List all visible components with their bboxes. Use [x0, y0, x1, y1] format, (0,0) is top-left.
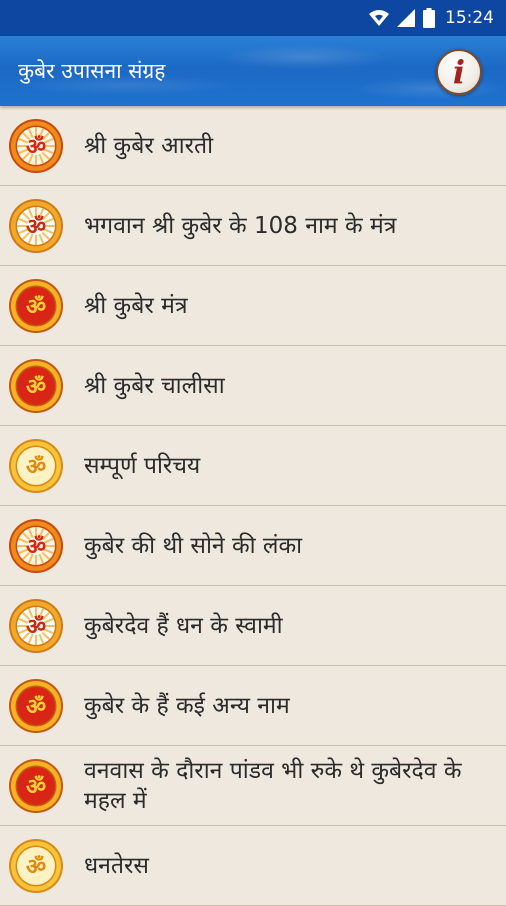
om-sun-icon: ॐ: [8, 518, 64, 574]
om-red-icon: ॐ: [8, 678, 64, 734]
list-item[interactable]: ॐ कुबेरदेव हैं धन के स्वामी: [0, 586, 506, 666]
list-item[interactable]: ॐ श्री कुबेर चालीसा: [0, 346, 506, 426]
svg-text:ॐ: ॐ: [26, 775, 46, 800]
list-item[interactable]: ॐ वनवास के दौरान पांडव भी रुके थे कुबेरद…: [0, 746, 506, 826]
status-bar: 15:24: [0, 0, 506, 36]
svg-text:ॐ: ॐ: [26, 215, 46, 240]
list-item[interactable]: ॐ कुबेर के हैं कई अन्य नाम: [0, 666, 506, 746]
list-item-label: कुबेर के हैं कई अन्य नाम: [84, 692, 290, 719]
svg-text:ॐ: ॐ: [26, 455, 46, 480]
menu-list: ॐ श्री कुबेर आरती ॐ भगवान श्री कुबेर के …: [0, 106, 506, 906]
list-item[interactable]: ॐ कुबेर की थी सोने की लंका: [0, 506, 506, 586]
om-white-icon: ॐ: [8, 198, 64, 254]
list-item[interactable]: ॐ सम्पूर्ण परिचय: [0, 426, 506, 506]
om-red-icon: ॐ: [8, 758, 64, 814]
battery-icon: [423, 8, 435, 28]
om-red-icon: ॐ: [8, 358, 64, 414]
status-time: 15:24: [445, 8, 494, 28]
list-item-label: धनतेरस: [84, 852, 149, 879]
svg-text:ॐ: ॐ: [26, 295, 46, 320]
svg-text:ॐ: ॐ: [26, 695, 46, 720]
svg-text:ॐ: ॐ: [26, 375, 46, 400]
list-item[interactable]: ॐ श्री कुबेर आरती: [0, 106, 506, 186]
svg-text:ॐ: ॐ: [26, 615, 46, 640]
list-item-label: भगवान श्री कुबेर के 108 नाम के मंत्र: [84, 212, 397, 239]
signal-icon: [397, 9, 415, 27]
om-red-icon: ॐ: [8, 278, 64, 334]
list-item-label: कुबेर की थी सोने की लंका: [84, 532, 303, 559]
app-title: कुबेर उपासना संग्रह: [18, 59, 166, 83]
svg-text:ॐ: ॐ: [26, 535, 46, 560]
list-item-label: वनवास के दौरान पांडव भी रुके थे कुबेरदेव…: [84, 757, 462, 814]
om-white-icon: ॐ: [8, 598, 64, 654]
om-gold-icon: ॐ: [8, 838, 64, 894]
list-item-label: श्री कुबेर चालीसा: [84, 372, 225, 399]
list-item[interactable]: ॐ धनतेरस: [0, 826, 506, 906]
list-item-label: कुबेरदेव हैं धन के स्वामी: [84, 612, 283, 639]
list-item-label: श्री कुबेर आरती: [84, 132, 214, 159]
list-item[interactable]: ॐ श्री कुबेर मंत्र: [0, 266, 506, 346]
list-item-label: श्री कुबेर मंत्र: [84, 292, 188, 319]
app-bar: कुबेर उपासना संग्रह i: [0, 36, 506, 106]
wifi-icon: [369, 9, 389, 27]
info-icon: i: [452, 53, 466, 91]
list-item[interactable]: ॐ भगवान श्री कुबेर के 108 नाम के मंत्र: [0, 186, 506, 266]
om-gold-icon: ॐ: [8, 438, 64, 494]
info-button[interactable]: i: [436, 49, 482, 95]
om-sun-icon: ॐ: [8, 118, 64, 174]
svg-text:ॐ: ॐ: [26, 855, 46, 880]
svg-text:ॐ: ॐ: [26, 135, 46, 160]
list-item-label: सम्पूर्ण परिचय: [84, 452, 201, 479]
